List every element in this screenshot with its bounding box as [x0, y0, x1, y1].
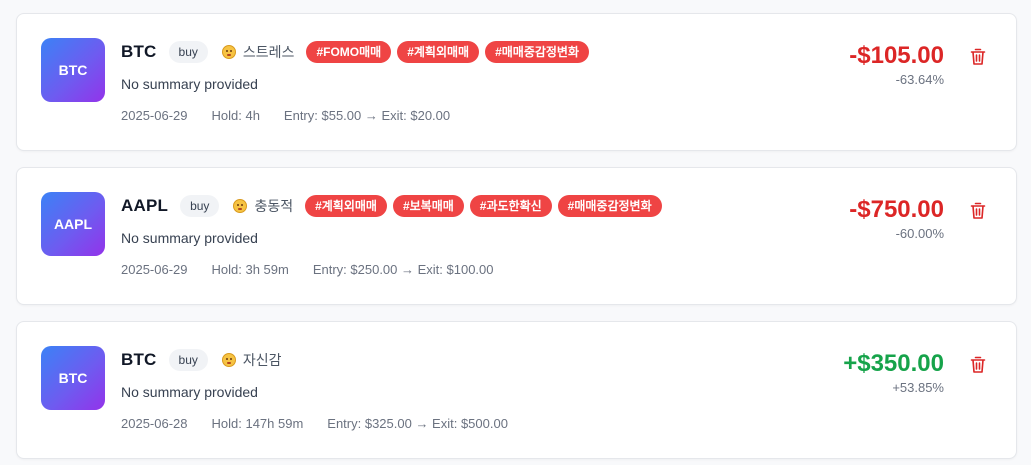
pnl-block: -$105.00 -63.64% — [849, 42, 944, 87]
emotion-label: 자신감 — [242, 352, 282, 368]
tag-chip: #FOMO매매 — [306, 41, 392, 63]
emotion-badge: 자신감 — [221, 350, 282, 370]
trade-header: AAPL buy 충동적 #계획외매매 #보복매매 #과도한확신 #매매중감정변… — [121, 194, 668, 218]
pnl-amount: -$750.00 — [849, 196, 944, 223]
trash-icon[interactable] — [970, 48, 986, 66]
side-badge: buy — [180, 195, 220, 217]
tag-chip: #계획외매매 — [397, 41, 480, 63]
entry-exit-prices: Entry: $250.00 → Exit: $100.00 — [312, 262, 494, 277]
hold-duration: Hold: 4h — [211, 108, 260, 123]
trade-date: 2025-06-29 — [121, 262, 188, 277]
symbol-label: BTC — [121, 350, 157, 369]
trade-summary: No summary provided — [121, 230, 258, 246]
tag-chip: #과도한확신 — [469, 195, 552, 217]
trade-meta: 2025-06-29 Hold: 4h Entry: $55.00 → Exit… — [121, 108, 474, 123]
trade-list: BTC BTC buy 스트레스 #FOMO매매 #계획외매매 #매매중감정변화… — [0, 0, 1031, 465]
entry-exit-prices: Entry: $55.00 → Exit: $20.00 — [283, 108, 451, 123]
trade-header: BTC buy 스트레스 #FOMO매매 #계획외매매 #매매중감정변화 — [121, 40, 595, 64]
hold-duration: Hold: 3h 59m — [211, 262, 289, 277]
pnl-amount: -$105.00 — [849, 42, 944, 69]
symbol-label: BTC — [121, 42, 157, 61]
symbol-avatar: BTC — [41, 346, 105, 410]
emotion-badge: 충동적 — [233, 196, 293, 216]
symbol-avatar: AAPL — [41, 192, 105, 256]
tag-list: #FOMO매매 #계획외매매 #매매중감정변화 — [306, 41, 595, 63]
pnl-percent: +53.85% — [892, 380, 944, 395]
pnl-amount: +$350.00 — [843, 350, 944, 377]
trade-summary: No summary provided — [121, 76, 258, 92]
impulsive-face-icon — [233, 199, 248, 213]
trash-icon[interactable] — [970, 356, 986, 374]
emotion-label: 충동적 — [254, 198, 294, 214]
pnl-percent: -63.64% — [895, 72, 944, 87]
pnl-percent: -60.00% — [895, 226, 944, 241]
emotion-label: 스트레스 — [242, 44, 295, 60]
trade-meta: 2025-06-28 Hold: 147h 59m Entry: $325.00… — [121, 416, 532, 431]
trade-header: BTC buy 자신감 — [121, 348, 294, 372]
tag-chip: #보복매매 — [392, 195, 464, 217]
tag-chip: #계획외매매 — [305, 195, 387, 217]
trade-date: 2025-06-29 — [121, 108, 188, 123]
side-badge: buy — [168, 41, 208, 63]
side-badge: buy — [168, 349, 208, 371]
trade-card[interactable]: AAPL AAPL buy 충동적 #계획외매매 #보복매매 #과도한확신 #매… — [16, 167, 1017, 305]
trash-icon[interactable] — [970, 202, 986, 220]
stressed-face-icon — [221, 45, 236, 59]
trade-card[interactable]: BTC BTC buy 스트레스 #FOMO매매 #계획외매매 #매매중감정변화… — [16, 13, 1017, 151]
pnl-block: +$350.00 +53.85% — [843, 350, 944, 395]
tag-list: #계획외매매 #보복매매 #과도한확신 #매매중감정변화 — [305, 195, 668, 217]
symbol-label: AAPL — [121, 196, 169, 215]
pnl-block: -$750.00 -60.00% — [849, 196, 944, 241]
trade-date: 2025-06-28 — [121, 416, 188, 431]
trade-card[interactable]: BTC BTC buy 자신감 No summary provided 2025… — [16, 321, 1017, 459]
hold-duration: Hold: 147h 59m — [211, 416, 304, 431]
tag-chip: #매매중감정변화 — [557, 195, 662, 217]
trade-summary: No summary provided — [121, 384, 258, 400]
tag-chip: #매매중감정변화 — [485, 41, 590, 63]
emotion-badge: 스트레스 — [221, 42, 295, 62]
entry-exit-prices: Entry: $325.00 → Exit: $500.00 — [327, 416, 508, 431]
confident-face-icon — [221, 353, 236, 367]
trade-meta: 2025-06-29 Hold: 3h 59m Entry: $250.00 →… — [121, 262, 518, 277]
symbol-avatar: BTC — [41, 38, 105, 102]
